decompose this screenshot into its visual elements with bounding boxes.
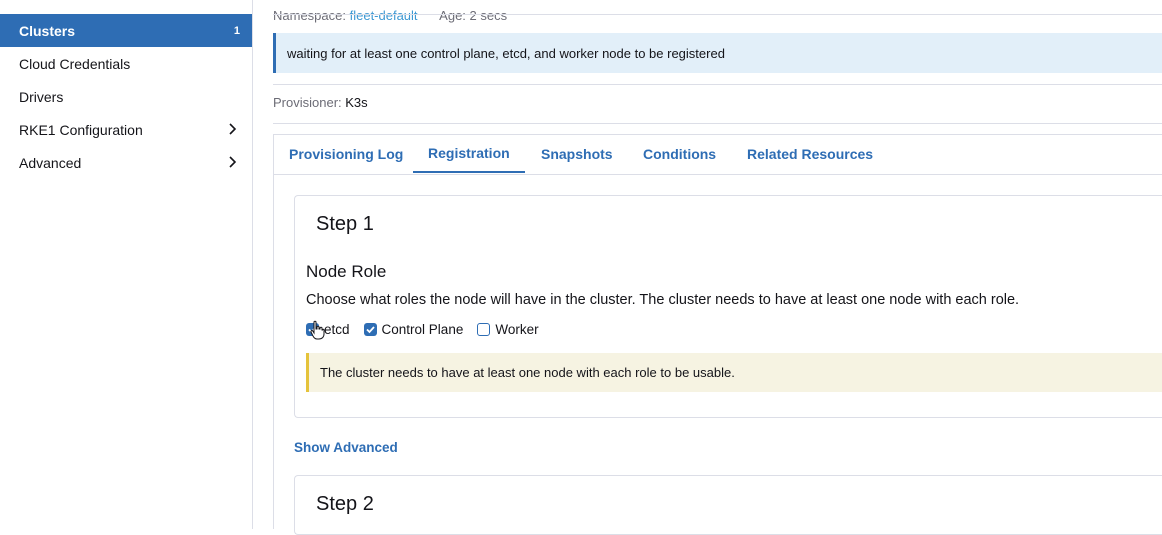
divider xyxy=(273,84,1162,85)
provisioner-label: Provisioner: xyxy=(273,95,342,110)
worker-label[interactable]: Worker xyxy=(495,322,538,337)
step-2-card: Step 2 xyxy=(294,475,1162,535)
tab-provisioning-log[interactable]: Provisioning Log xyxy=(289,135,403,173)
tab-related-resources[interactable]: Related Resources xyxy=(747,135,873,173)
age-value: 2 secs xyxy=(469,8,508,23)
tab-snapshots[interactable]: Snapshots xyxy=(541,135,613,173)
sidebar-item-rke1-configuration[interactable]: RKE1 Configuration xyxy=(0,113,252,146)
hand-cursor-icon xyxy=(310,320,325,340)
worker-checkbox[interactable] xyxy=(477,322,491,336)
sidebar-item-label: Clusters xyxy=(19,22,76,39)
sidebar-item-clusters[interactable]: Clusters 1 xyxy=(0,14,252,47)
sidebar-item-label: Advanced xyxy=(19,154,82,171)
count-badge: 1 xyxy=(233,24,240,37)
info-banner-text: waiting for at least one control plane, … xyxy=(287,45,725,61)
tab-bar: Provisioning Log Registration Snapshots … xyxy=(274,135,1162,175)
control-plane-label[interactable]: Control Plane xyxy=(382,322,464,337)
provisioner-value: K3s xyxy=(345,95,368,110)
warning-banner-text: The cluster needs to have at least one n… xyxy=(320,365,735,380)
warning-banner: The cluster needs to have at least one n… xyxy=(306,353,1162,392)
node-role-description: Choose what roles the node will have in … xyxy=(306,292,1020,308)
tab-conditions[interactable]: Conditions xyxy=(643,135,716,173)
age-label: Age: xyxy=(439,8,466,23)
namespace-label: Namespace: xyxy=(273,8,346,23)
cluster-meta: Namespace: fleet-default Age: 2 secs xyxy=(273,8,507,23)
show-advanced-link[interactable]: Show Advanced xyxy=(294,440,398,455)
sidebar-item-advanced[interactable]: Advanced xyxy=(0,146,252,179)
provisioner-row: Provisioner: K3s xyxy=(273,95,368,110)
sidebar-item-label: Cloud Credentials xyxy=(19,55,131,72)
namespace-link[interactable]: fleet-default xyxy=(350,8,418,23)
control-plane-checkbox[interactable] xyxy=(363,322,377,336)
sidebar: Clusters 1 Cloud Credentials Drivers RKE… xyxy=(0,0,253,529)
etcd-label[interactable]: etcd xyxy=(324,322,350,337)
sidebar-item-cloud-credentials[interactable]: Cloud Credentials xyxy=(0,47,252,80)
role-checkboxes: etcd Control Plane Worker xyxy=(306,320,553,338)
info-banner: waiting for at least one control plane, … xyxy=(273,33,1162,73)
sidebar-item-drivers[interactable]: Drivers xyxy=(0,80,252,113)
sidebar-item-label: Drivers xyxy=(19,88,64,105)
tab-registration[interactable]: Registration xyxy=(413,135,525,173)
header-divider xyxy=(273,14,1162,15)
step-2-title: Step 2 xyxy=(316,493,374,515)
divider xyxy=(273,123,1162,124)
chevron-right-icon xyxy=(229,123,237,135)
step-1-title: Step 1 xyxy=(316,213,374,235)
sidebar-item-label: RKE1 Configuration xyxy=(19,121,143,138)
chevron-right-icon xyxy=(229,156,237,168)
node-role-title: Node Role xyxy=(306,262,387,281)
